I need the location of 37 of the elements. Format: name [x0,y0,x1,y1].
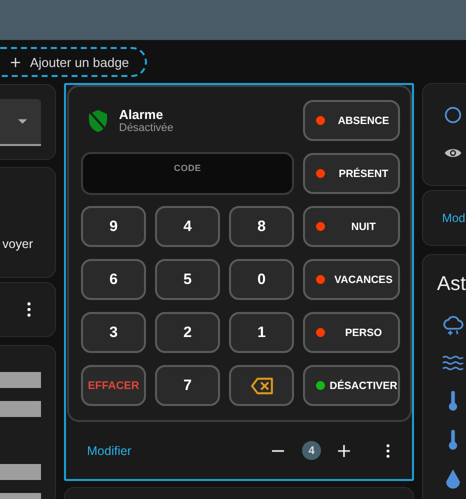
mode-button[interactable]: PRÉSENT [303,153,400,194]
digit-key[interactable]: 7 [155,365,220,406]
mode-button[interactable]: ABSENCE [303,100,400,141]
add-badge-button[interactable]: Ajouter un badge [0,47,148,77]
edit-link[interactable]: Modifier [87,444,271,458]
digit-key[interactable]: 9 [81,206,146,247]
backspace-icon [250,376,274,394]
card-text: voyer [2,237,33,251]
shield-off-icon [88,108,108,132]
circle-icon[interactable] [444,106,462,124]
digit-key[interactable]: 6 [81,259,146,300]
digit-key[interactable]: 2 [155,312,220,353]
digit-key[interactable]: 0 [229,259,294,300]
plus-icon[interactable] [337,444,351,458]
snow-cloud-icon [442,316,464,336]
mode-button[interactable]: PERSO [303,312,400,353]
size-badge: 4 [302,441,321,460]
more-icon[interactable] [386,444,390,458]
caret-icon [18,118,27,124]
mode-button[interactable]: VACANCES [303,259,400,300]
mode-button[interactable]: DÉSACTIVER [303,365,400,406]
digit-key[interactable]: 5 [155,259,220,300]
code-field[interactable]: CODE [81,152,294,195]
link-text[interactable]: Mod [442,211,466,225]
mode-button[interactable]: NUIT [303,206,400,247]
digit-key[interactable]: 1 [229,312,294,353]
clear-button[interactable]: EFFACER [81,365,146,406]
alarm-name: Alarme [119,107,164,122]
digit-key[interactable]: 8 [229,206,294,247]
digit-key[interactable]: 3 [81,312,146,353]
more-icon[interactable] [27,302,31,317]
backspace-button[interactable] [229,365,294,406]
plus-icon [10,56,21,68]
card-title: Ast [437,273,466,296]
waves-icon [442,353,464,373]
digit-key[interactable]: 4 [155,206,220,247]
alarm-state: Désactivée [119,122,174,134]
